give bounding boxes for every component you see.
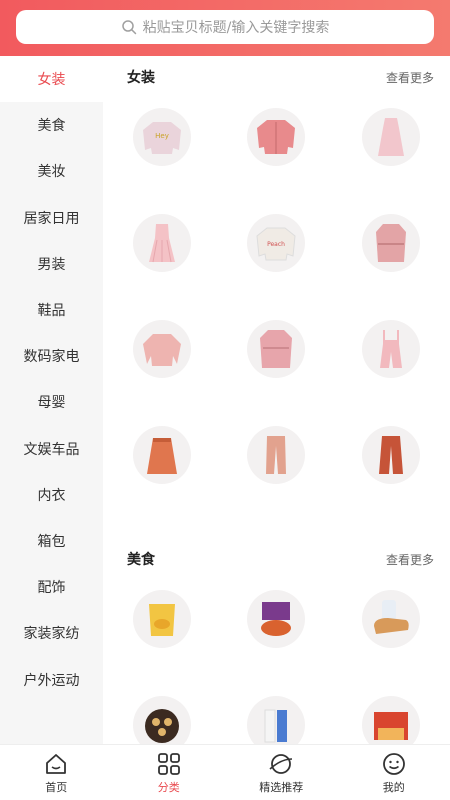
product-item[interactable]: [334, 686, 448, 744]
product-item[interactable]: [105, 416, 219, 522]
product-item[interactable]: Peach: [219, 204, 333, 310]
search-placeholder: 粘贴宝贝标题/输入关键字搜索: [142, 20, 330, 36]
category-content: 女装 查看更多 Hey Peach 美食 查看更多: [103, 56, 450, 744]
sidebar-item-label: 配饰: [37, 580, 66, 597]
bread-icon: [361, 590, 420, 648]
sidebar-item-label: 户外运动: [23, 672, 80, 689]
tab-label: 首页: [45, 780, 68, 794]
product-item[interactable]: [334, 204, 448, 310]
sidebar-item-label: 美妆: [37, 164, 66, 181]
jacket-icon: [247, 108, 306, 166]
tab-category[interactable]: 分类: [113, 745, 226, 800]
product-item[interactable]: [219, 310, 333, 416]
see-more-link[interactable]: 查看更多: [386, 69, 434, 86]
sidebar-item-outdoor[interactable]: 户外运动: [0, 656, 103, 702]
pants-icon: [247, 426, 306, 484]
product-item[interactable]: [105, 686, 219, 744]
home-icon: [46, 753, 67, 774]
sidebar-item-women[interactable]: 女装: [0, 56, 103, 103]
sidebar-item-label: 居家日用: [23, 210, 80, 227]
sidebar-item-underwear[interactable]: 内衣: [0, 472, 103, 518]
wide-pants-icon: [361, 426, 420, 484]
milk-box-icon: [247, 696, 306, 744]
sidebar-item-label: 内衣: [37, 487, 66, 504]
sidebar-item-shoes[interactable]: 鞋品: [0, 287, 103, 333]
sweatshirt-icon: Hey: [133, 108, 192, 166]
category-sidebar: 女装 美食 美妆 居家日用 男装 鞋品 数码家电 母婴 文娱车品 内衣 箱包 配…: [0, 56, 103, 744]
sidebar-item-label: 数码家电: [23, 349, 80, 366]
see-more-link[interactable]: 查看更多: [386, 551, 434, 568]
svg-text:Peach: Peach: [268, 241, 286, 248]
product-item[interactable]: [334, 416, 448, 522]
tab-label: 分类: [157, 780, 180, 794]
sidebar-item-label: 箱包: [37, 533, 66, 550]
header-bar: 粘贴宝贝标题/输入关键字搜索: [0, 0, 450, 56]
category-grid-icon: [157, 752, 180, 775]
sidebar-item-label: 母婴: [37, 395, 66, 412]
pleated-dress-icon: [133, 214, 192, 272]
sidebar-item-digital[interactable]: 数码家电: [0, 333, 103, 379]
bottom-tab-bar: 首页 分类 精选推荐 我的: [0, 744, 450, 800]
sidebar-item-baby[interactable]: 母婴: [0, 379, 103, 425]
dress-icon: [361, 108, 420, 166]
sidebar-item-label: 家装家纺: [23, 626, 80, 643]
sidebar-item-food[interactable]: 美食: [0, 102, 103, 148]
product-item[interactable]: Hey: [105, 98, 219, 204]
sidebar-item-men[interactable]: 男装: [0, 241, 103, 287]
sidebar-item-label: 鞋品: [37, 303, 66, 320]
blouse-icon: [133, 320, 192, 378]
product-item[interactable]: [219, 580, 333, 686]
skirt-icon: [133, 426, 192, 484]
tab-label: 我的: [382, 780, 405, 794]
tab-home[interactable]: 首页: [0, 745, 113, 800]
section-header: 女装 查看更多: [103, 56, 450, 98]
gift-box-icon: [361, 696, 420, 744]
sidebar-item-label: 美食: [37, 118, 66, 135]
sidebar-item-bags[interactable]: 箱包: [0, 518, 103, 564]
trench-coat-icon: [361, 214, 420, 272]
planet-icon: [269, 753, 293, 774]
search-icon: [121, 20, 136, 35]
product-grid: [103, 580, 450, 744]
noodle-pack-icon: [247, 590, 306, 648]
sidebar-item-accessories[interactable]: 配饰: [0, 564, 103, 610]
product-item[interactable]: [219, 686, 333, 744]
product-item[interactable]: [105, 204, 219, 310]
product-item[interactable]: [219, 416, 333, 522]
printed-sweatshirt-icon: Peach: [247, 214, 306, 272]
section-title: 女装: [127, 70, 155, 86]
product-item[interactable]: [105, 580, 219, 686]
snack-bag-icon: [133, 590, 192, 648]
section-header: 美食 查看更多: [103, 538, 450, 580]
product-item[interactable]: [334, 310, 448, 416]
product-item[interactable]: [334, 580, 448, 686]
coat-icon: [247, 320, 306, 378]
overalls-icon: [361, 320, 420, 378]
product-item[interactable]: [334, 98, 448, 204]
cookie-tin-icon: [133, 696, 192, 744]
sidebar-item-home[interactable]: 居家日用: [0, 195, 103, 241]
sidebar-item-entertainment[interactable]: 文娱车品: [0, 426, 103, 472]
product-grid: Hey Peach: [103, 98, 450, 522]
tab-label: 精选推荐: [259, 780, 304, 794]
tab-profile[interactable]: 我的: [338, 745, 450, 800]
sidebar-item-label: 男装: [37, 256, 66, 273]
sidebar-item-furnishing[interactable]: 家装家纺: [0, 610, 103, 656]
product-item[interactable]: [219, 98, 333, 204]
section-title: 美食: [127, 552, 155, 568]
search-input[interactable]: 粘贴宝贝标题/输入关键字搜索: [16, 10, 434, 44]
smiley-icon: [382, 752, 405, 775]
tab-featured[interactable]: 精选推荐: [225, 745, 338, 800]
svg-text:Hey: Hey: [155, 132, 169, 140]
sidebar-item-label: 文娱车品: [23, 441, 80, 458]
product-item[interactable]: [105, 310, 219, 416]
sidebar-item-beauty[interactable]: 美妆: [0, 148, 103, 194]
sidebar-item-label: 女装: [37, 72, 66, 89]
